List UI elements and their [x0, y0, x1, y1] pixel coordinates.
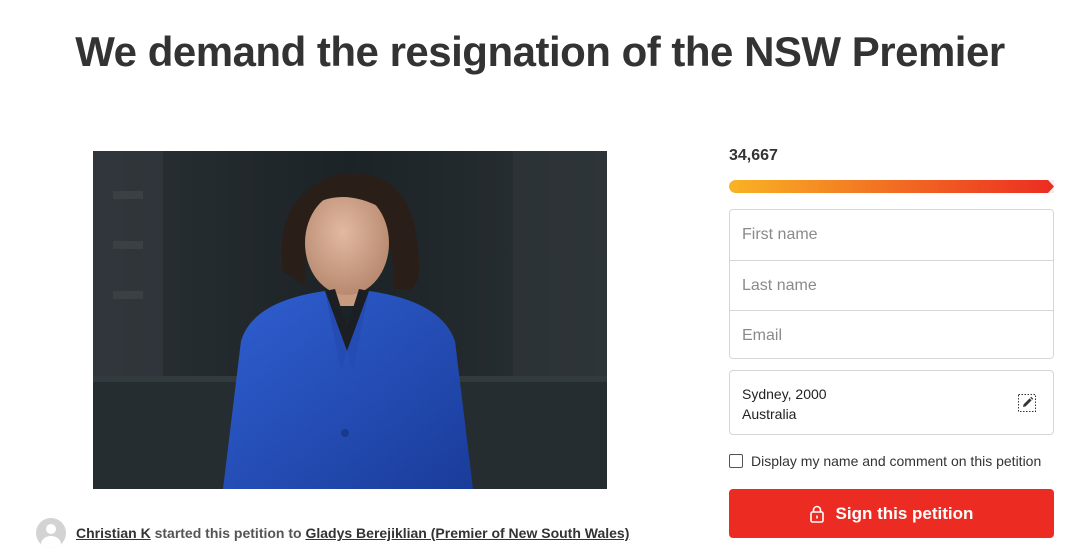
signature-progress-bar — [729, 180, 1054, 193]
started-text: started this petition to — [154, 525, 302, 541]
signer-form — [729, 209, 1054, 359]
starter-name-link[interactable]: Christian K — [76, 525, 151, 541]
last-name-input[interactable] — [730, 260, 1053, 310]
pencil-edit-icon[interactable] — [1017, 393, 1037, 413]
petition-target-link[interactable]: Gladys Berejiklian (Premier of New South… — [305, 525, 629, 541]
sign-petition-button[interactable]: Sign this petition — [729, 489, 1054, 538]
email-input[interactable] — [730, 310, 1053, 358]
signature-count: 34,667 — [729, 147, 778, 164]
location-country: Australia — [742, 406, 797, 422]
lock-icon — [809, 505, 824, 523]
petition-title: We demand the resignation of the NSW Pre… — [75, 28, 1005, 75]
user-avatar-icon — [36, 518, 66, 548]
display-name-option[interactable]: Display my name and comment on this peti… — [729, 453, 1041, 469]
display-name-checkbox[interactable] — [729, 454, 743, 468]
location-city: Sydney, 2000 — [742, 386, 827, 402]
sign-button-label: Sign this petition — [835, 503, 974, 523]
location-box: Sydney, 2000 Australia — [729, 370, 1054, 435]
petition-photo — [93, 151, 607, 489]
display-name-label: Display my name and comment on this peti… — [751, 453, 1042, 469]
first-name-input[interactable] — [730, 210, 1053, 260]
petition-starter: Christian K started this petition to Gla… — [36, 517, 629, 549]
signature-progress-fill — [729, 180, 1054, 193]
